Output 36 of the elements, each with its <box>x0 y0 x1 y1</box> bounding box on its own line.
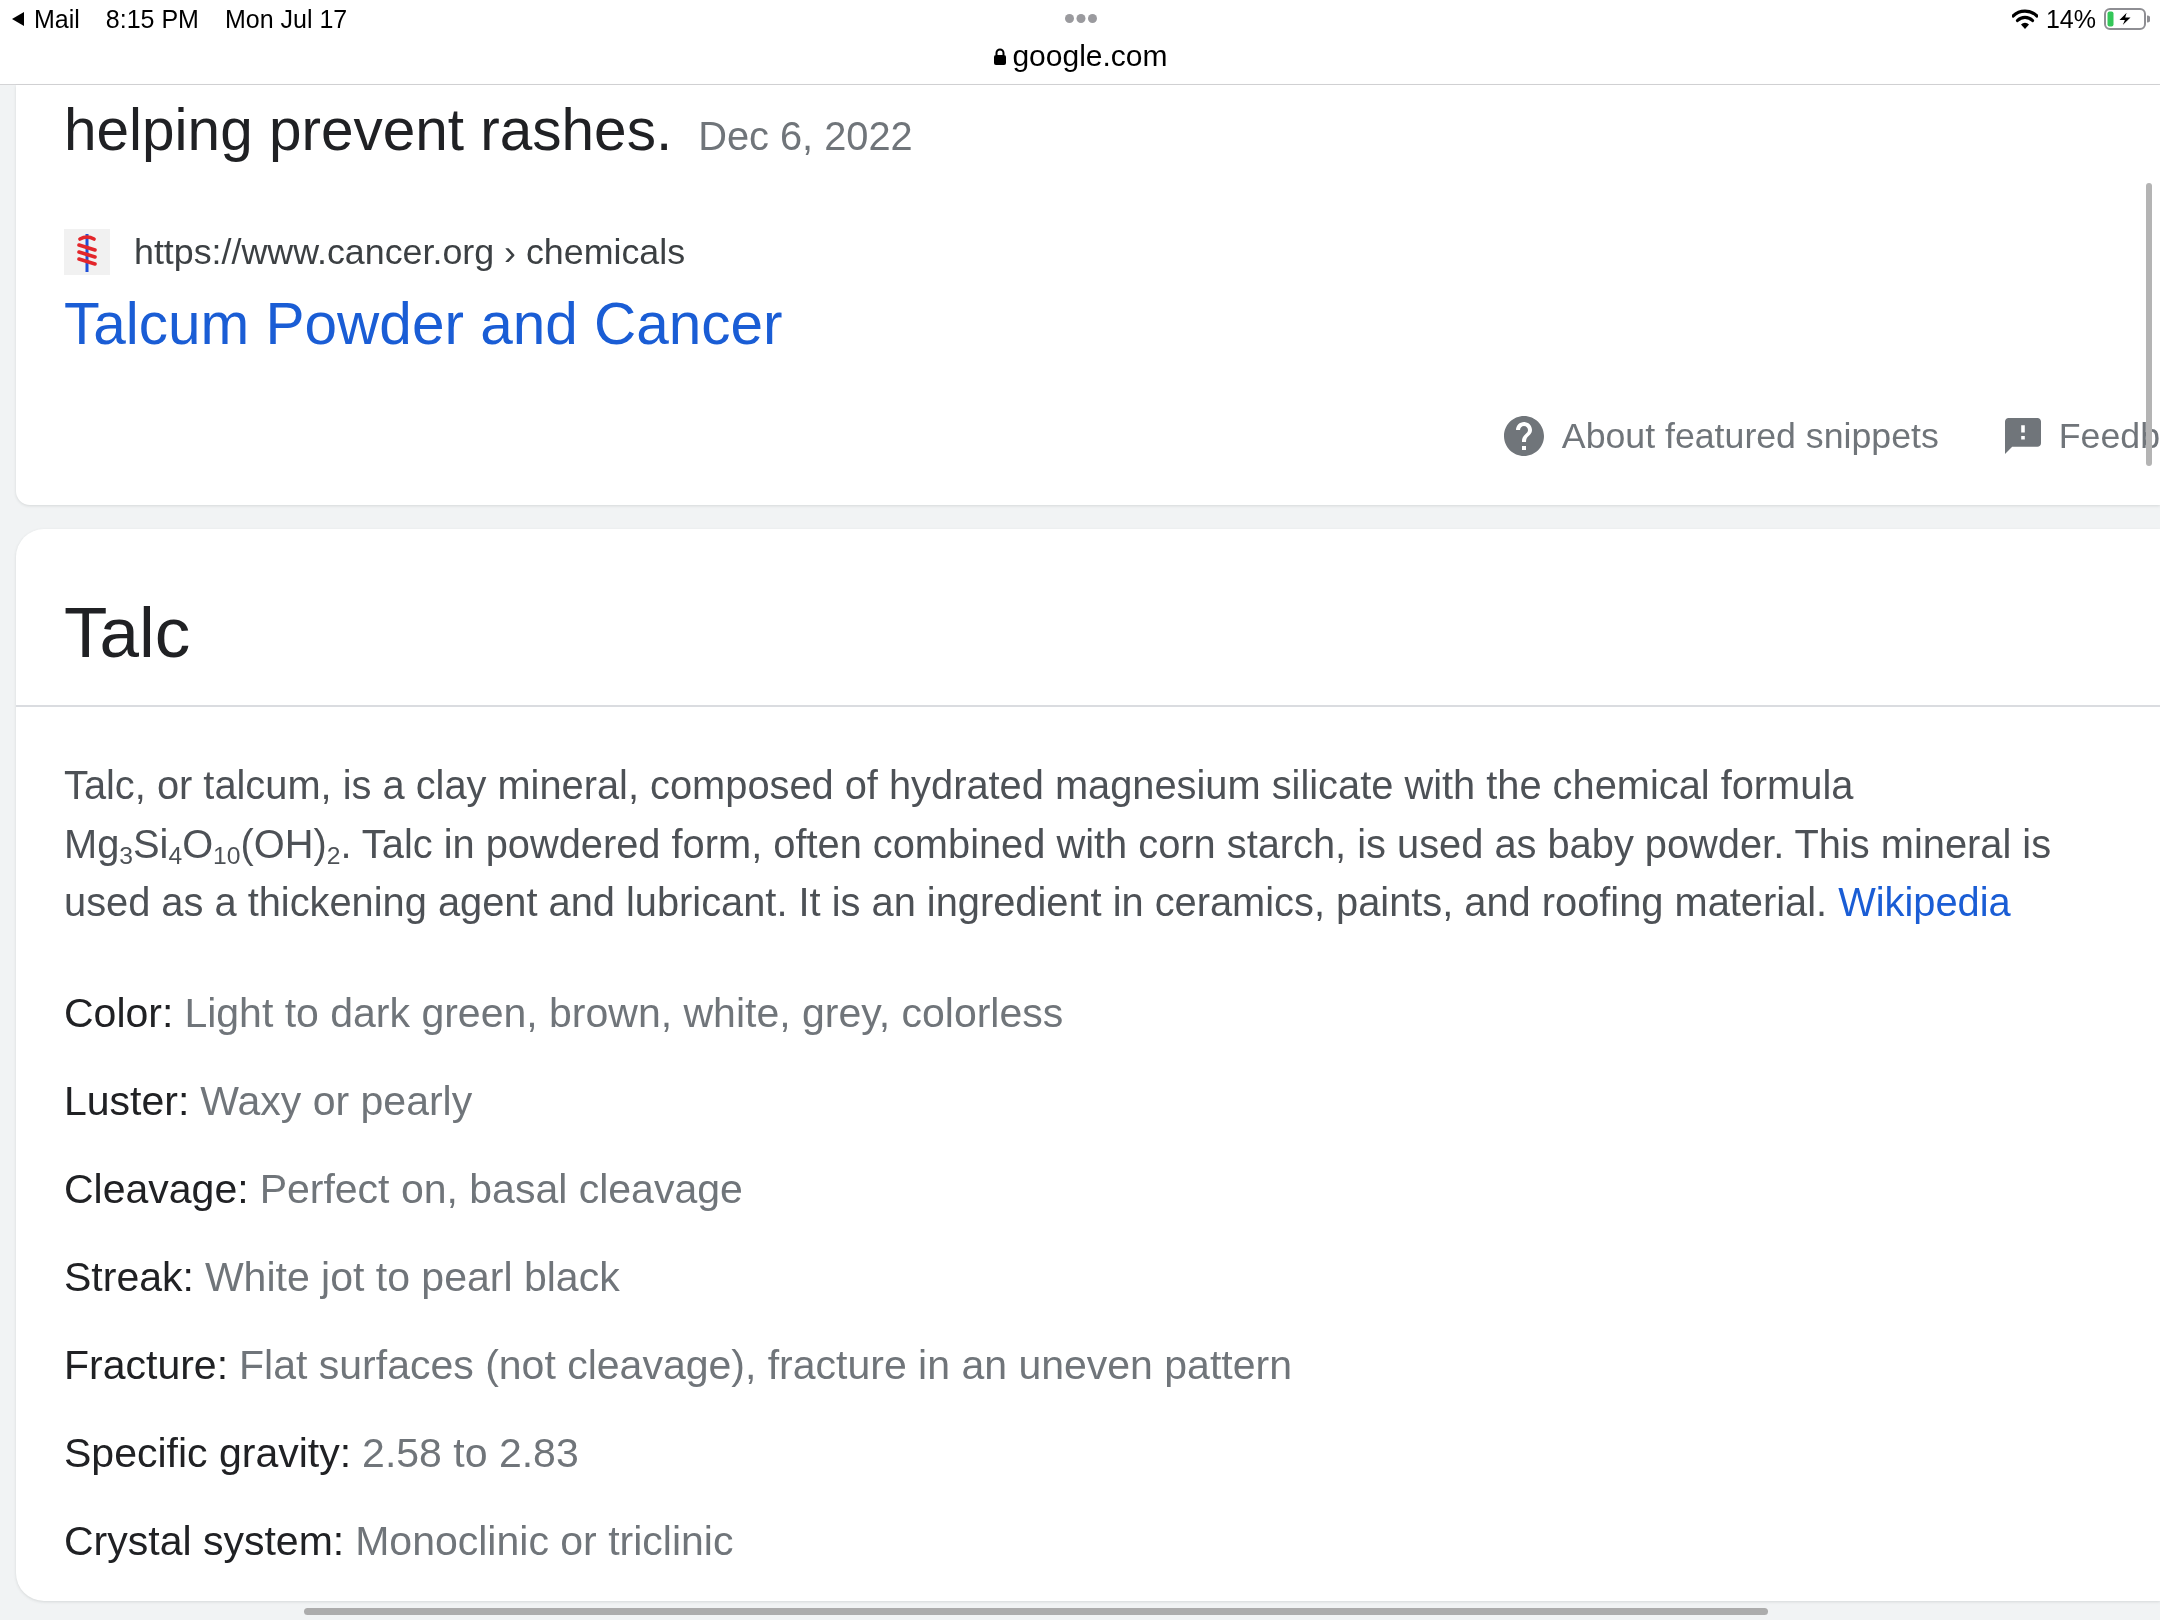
fact-value: White jot to pearl black <box>204 1252 620 1302</box>
panel-title: Talc <box>64 593 191 673</box>
about-snippets-link[interactable]: About featured snippets <box>1503 411 1939 461</box>
source-url: https://www.cancer.org › chemicals <box>134 231 686 273</box>
fact-value: Monoclinic or triclinic <box>355 1516 734 1566</box>
fact-label: Cleavage: <box>64 1164 249 1214</box>
favicon-icon <box>64 229 110 275</box>
fact-label: Luster: <box>64 1076 190 1126</box>
fact-value: Perfect on, basal cleavage <box>259 1164 743 1214</box>
fact-value: Flat surfaces (not cleavage), fracture in an uneven pattern <box>239 1340 1292 1390</box>
fact-value: Light to dark green, brown, white, grey, colorless <box>184 988 1064 1038</box>
status-time: 8:15 PM <box>105 4 199 34</box>
back-to-mail-button[interactable]: Mail <box>12 4 80 34</box>
result-title-link[interactable]: Talcum Powder and Cancer <box>64 289 783 359</box>
feedback-icon <box>2004 418 2041 454</box>
snippet-date: Dec 6, 2022 <box>698 114 913 159</box>
battery-percent: 14% <box>2045 4 2096 34</box>
fact-value: Waxy or pearly <box>200 1076 473 1126</box>
fact-label: Specific gravity: <box>64 1428 352 1478</box>
lock-icon <box>994 47 1007 65</box>
more-dots-icon[interactable] <box>1065 14 1097 23</box>
snippet-text: helping prevent rashes. <box>64 96 673 164</box>
battery-charging-icon <box>2104 8 2150 30</box>
help-icon <box>1503 416 1544 456</box>
wikipedia-link[interactable]: Wikipedia <box>1838 880 2011 924</box>
back-triangle-icon <box>12 12 24 26</box>
status-date: Mon Jul 17 <box>224 4 348 34</box>
fact-label: Fracture: <box>64 1340 229 1390</box>
fact-label: Streak: <box>64 1252 194 1302</box>
description-text: Talc, or talcum, is a clay mineral, composed of hydrated magnesium silicate with the chemical formula Mg$_{3}$Si$_{4}$O$_{10}$(OH)$_{2}$. Talc in powdered form, often combined with corn starch, is used as baby powder. This mineral is used as a thickening agent and lubricant. It is an ingredient in ceramics, paints, and roofing material. Wikipedia <box>64 762 2053 926</box>
fact-label: Color: <box>64 988 174 1038</box>
fact-value: 2.58 to 2.83 <box>362 1428 579 1478</box>
feedback-link[interactable]: Feedb <box>2004 411 2160 461</box>
url-text[interactable]: google.com <box>1012 39 1168 73</box>
fact-label: Crystal system: <box>64 1516 345 1566</box>
wifi-icon <box>2011 9 2038 29</box>
